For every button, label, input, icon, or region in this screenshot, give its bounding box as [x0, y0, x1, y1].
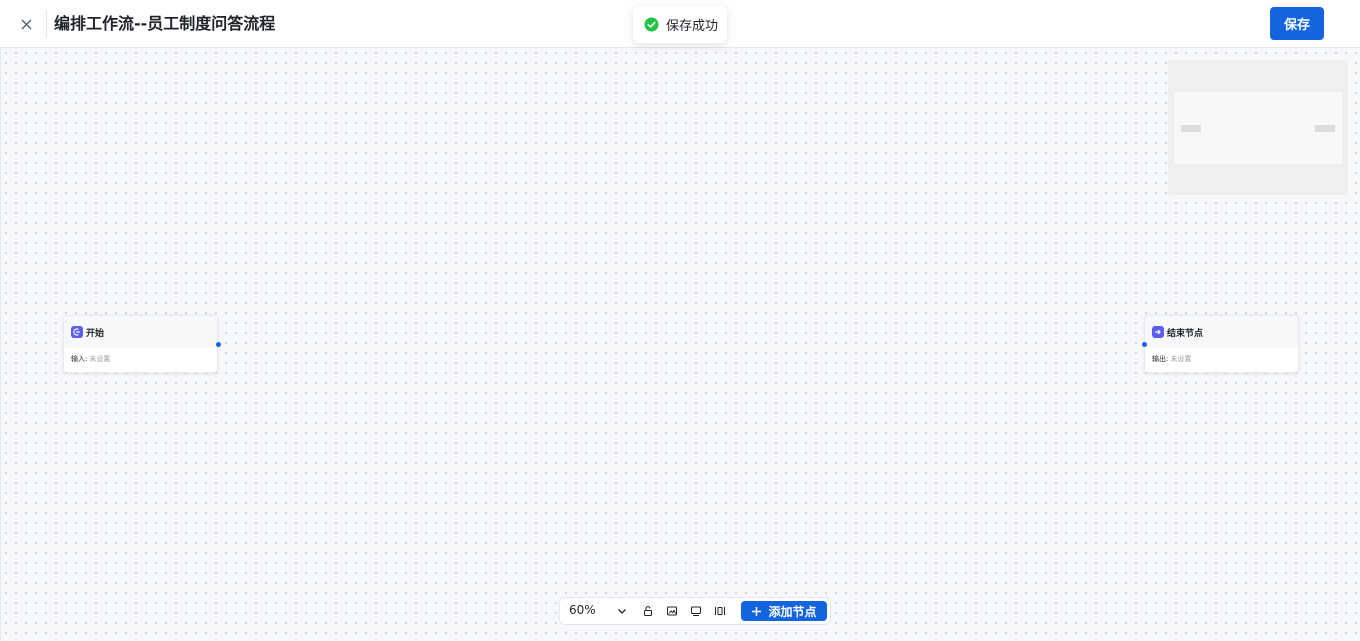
lock-icon[interactable] — [642, 605, 654, 617]
end-node-field-label: 输出: — [1152, 355, 1169, 363]
end-node-body: 输出: 未设置 — [1145, 348, 1298, 370]
zoom-level[interactable]: 60% — [569, 603, 596, 617]
minimap-start-node — [1181, 125, 1201, 132]
chevron-down-icon[interactable] — [616, 605, 628, 617]
start-node-header: 开始 — [64, 316, 217, 348]
auto-layout-icon[interactable] — [714, 605, 726, 617]
start-node[interactable]: 开始 输入: 未设置 — [63, 315, 221, 373]
end-node-field-value: 未设置 — [1170, 355, 1192, 363]
end-node-icon — [1152, 326, 1164, 338]
fit-view-icon[interactable] — [690, 605, 702, 617]
start-node-icon — [71, 326, 83, 338]
start-node-title: 开始 — [86, 328, 105, 339]
minimap[interactable] — [1168, 60, 1348, 195]
toast-message: 保存成功 — [666, 19, 719, 34]
end-node-header: 结束节点 — [1145, 316, 1298, 348]
end-node[interactable]: 结束节点 输出: 未设置 — [1142, 315, 1299, 373]
page-title: 编排工作流--员工制度问答流程 — [54, 14, 276, 33]
save-button[interactable]: 保存 — [1270, 7, 1324, 40]
end-node-title: 结束节点 — [1167, 328, 1204, 339]
canvas-toolbar: 60% 添加节点 — [559, 597, 831, 625]
end-node-input-port[interactable] — [1142, 342, 1147, 347]
start-node-output-port[interactable] — [216, 342, 221, 347]
start-node-field-label: 输入: — [71, 355, 88, 363]
header-divider — [46, 10, 47, 38]
close-icon — [21, 19, 31, 29]
plus-icon — [752, 606, 762, 616]
add-node-button[interactable]: 添加节点 — [741, 601, 827, 621]
check-circle-icon — [644, 17, 659, 32]
close-button[interactable] — [14, 12, 38, 36]
success-toast: 保存成功 — [633, 6, 727, 43]
minimap-end-node — [1315, 125, 1335, 132]
image-export-icon[interactable] — [666, 605, 678, 617]
add-node-label: 添加节点 — [768, 604, 817, 619]
workflow-canvas[interactable]: 开始 输入: 未设置 结束节点 输出: 未设置 60% 添加节点 — [0, 48, 1360, 641]
start-node-field-value: 未设置 — [89, 355, 111, 363]
start-node-body: 输入: 未设置 — [64, 348, 217, 370]
